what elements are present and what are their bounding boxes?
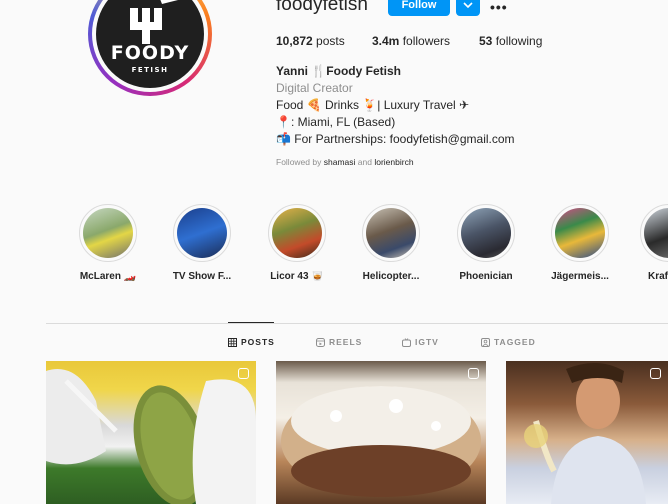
profile-full-name: Yanni 🍴Foody Fetish [276,64,401,78]
igtv-icon [402,337,411,347]
story-highlight[interactable]: McLaren 🏎️ [68,204,148,282]
highlight-label: TV Show F... [172,271,232,282]
following-stat[interactable]: 53 following [479,34,542,48]
reels-icon [316,337,325,347]
story-highlight[interactable]: TV Show F... [162,204,242,282]
follow-button[interactable]: Follow [388,0,450,16]
bio-line: 📍: Miami, FL (Based) [276,115,396,129]
avatar-logo-text: FOODY [110,42,190,64]
tab-posts[interactable]: POSTS [228,337,275,347]
post-thumbnail[interactable] [46,361,256,504]
avatar-image: FOODY FETISH [96,0,204,88]
tagged-icon [481,337,490,347]
post-image [524,362,646,504]
suggested-accounts-button[interactable] [456,0,480,16]
more-options-icon[interactable]: ••• [490,0,508,15]
highlight-thumbnail [83,208,133,258]
profile-username: foodyfetish [276,0,368,15]
highlight-label: Kraf [648,271,668,282]
tab-tagged[interactable]: TAGGED [481,337,536,347]
highlight-thumbnail [272,208,322,258]
story-highlight[interactable]: Licor 43 🥃 [257,204,337,282]
followers-stat[interactable]: 3.4m followers [372,34,450,48]
post-thumbnail[interactable] [506,361,668,504]
tabs-divider [46,323,668,324]
multiple-posts-icon [650,368,661,379]
highlight-thumbnail [177,208,227,258]
highlight-thumbnail [366,208,416,258]
multiple-posts-icon [238,368,249,379]
avatar-logo-subtext: FETISH [131,66,169,74]
story-highlight[interactable]: Phoenician [446,204,526,282]
tab-igtv[interactable]: IGTV [402,337,439,347]
post-thumbnail[interactable] [276,361,486,504]
profile-category: Digital Creator [276,81,353,95]
highlight-label: Jägermeis... [551,271,609,282]
highlight-label: Phoenician [459,271,513,282]
followed-by-text[interactable]: Followed by shamasi and lorienbirch [276,157,414,167]
highlight-thumbnail [461,208,511,258]
profile-avatar[interactable]: FOODY FETISH [88,0,212,96]
active-tab-indicator [228,322,274,323]
bio-line: 📬 For Partnerships: foodyfetish@gmail.co… [276,132,515,146]
grid-icon [228,337,237,347]
highlight-thumbnail [644,208,668,258]
highlight-thumbnail [555,208,605,258]
story-highlight[interactable]: Helicopter... [351,204,431,282]
story-highlight[interactable]: Jägermeis... [540,204,620,282]
highlight-label: Helicopter... [362,271,420,282]
tab-reels[interactable]: REELS [316,337,362,347]
post-image [281,386,481,497]
story-highlight[interactable]: Kraf [634,204,668,282]
highlight-label: McLaren 🏎️ [79,271,137,282]
chevron-down-icon [463,2,473,9]
posts-stat: 10,872 posts [276,34,345,48]
multiple-posts-icon [468,368,479,379]
highlight-label: Licor 43 🥃 [270,271,324,282]
post-image [46,369,256,504]
bio-line: Food 🍕 Drinks 🍹| Luxury Travel ✈ [276,98,470,112]
